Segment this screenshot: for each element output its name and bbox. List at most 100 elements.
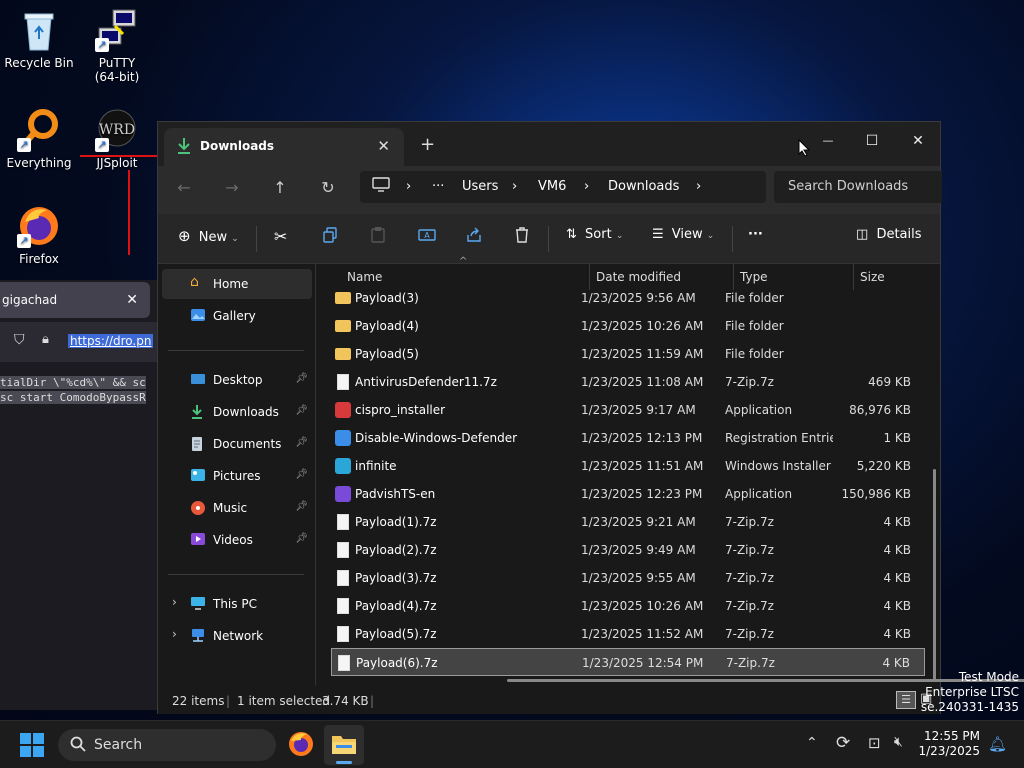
table-row[interactable]: AntivirusDefender11.7z 1/23/2025 11:08 AM… [331,368,925,396]
sidebar-item-documents[interactable]: Documents 📌︎ [162,429,312,459]
pin-icon[interactable]: 📌︎ [295,533,308,544]
sidebar-item-gallery[interactable]: Gallery [162,301,312,331]
file-icon [338,655,350,671]
sidebar-item-videos[interactable]: Videos 📌︎ [162,525,312,555]
display-icon[interactable]: ⊡ [868,734,881,752]
pin-icon[interactable]: 📌︎ [295,373,308,384]
forward-arrow-icon[interactable]: → [220,178,244,197]
table-row[interactable]: Payload(4).7z 1/23/2025 10:26 AM 7-Zip.7z 4… [331,592,925,620]
chevron-down-icon: ⌄ [231,234,239,244]
cell-date: 1/23/2025 10:26 AM [581,599,704,613]
sync-icon[interactable]: ⟳ [836,733,850,753]
search-input[interactable] [774,171,942,203]
close-window-button[interactable]: ✕ [896,128,940,156]
sidebar-item-desktop[interactable]: Desktop 📌︎ [162,365,312,395]
close-icon[interactable]: ✕ [126,282,138,318]
sidebar-item-label: Network [213,629,264,643]
delete-icon[interactable] [514,227,530,247]
sort-button[interactable]: ⇅ Sort ⌄ [566,227,623,242]
sidebar-item-this-pc[interactable]: › This PC [162,589,312,619]
system-clock[interactable]: 12:55 PM 1/23/2025 [918,729,980,759]
sidebar-item-music[interactable]: Music 📌︎ [162,493,312,523]
details-button[interactable]: ◫ Details [856,227,922,242]
cell-name: Payload(2).7z [355,543,437,557]
desktop-icon-putty[interactable]: ↗ PuTTY (64-bit) [78,8,156,84]
table-row[interactable]: cispro_installer 1/23/2025 9:17 AM Applica… [331,396,925,424]
sidebar-item-downloads[interactable]: Downloads 📌︎ [162,397,312,427]
copy-icon[interactable] [322,227,338,247]
maximize-button[interactable]: ☐ [850,128,894,156]
close-tab-icon[interactable]: ✕ [377,137,390,155]
background-code-text: tialDir \"%cd%\" && sc sc start ComodoBy… [0,375,160,405]
breadcrumb-vm6[interactable]: VM6 [538,179,566,194]
table-row[interactable]: infinite 1/23/2025 11:51 AM Windows Instal… [331,452,925,480]
cell-date: 1/23/2025 11:52 AM [581,627,704,641]
chevron-right-icon[interactable]: › [172,595,177,609]
share-icon[interactable] [466,227,482,247]
taskbar-search-box[interactable]: Search [58,729,276,761]
breadcrumb-users[interactable]: Users [462,179,498,194]
taskbar-firefox-icon[interactable] [288,731,314,760]
chevron-up-icon[interactable]: ⌃ [806,735,818,751]
start-windows-icon[interactable] [20,733,44,760]
table-row[interactable]: Payload(5).7z 1/23/2025 11:52 AM 7-Zip.7z 4… [331,620,925,648]
file-explorer-window: Downloads ✕ + — ☐ ✕ ← → ↑ ↻ › ··· Users … [157,121,1024,714]
table-row[interactable]: Disable-Windows-Defender 1/23/2025 12:13 … [331,424,925,452]
breadcrumb-more[interactable]: ··· [432,179,444,194]
breadcrumb-downloads[interactable]: Downloads [608,179,679,194]
sidebar-item-label: Home [213,277,249,291]
table-row[interactable]: Payload(3).7z 1/23/2025 9:55 AM 7-Zip.7z 4 … [331,564,925,592]
pin-icon[interactable]: 📌︎ [295,501,308,512]
table-row[interactable]: Payload(5) 1/23/2025 11:59 AM File folder [331,340,925,368]
speaker-muted-icon[interactable]: 🔇︎ [894,734,903,750]
desktop-icon-firefox[interactable]: ↗ Firefox [0,204,78,266]
view-icon: ☰ [652,227,664,242]
cell-date: 1/23/2025 12:23 PM [581,487,703,501]
sidebar-item-home[interactable]: ⌂ Home [162,269,312,299]
cut-icon[interactable]: ✂ [274,227,287,246]
new-tab-button[interactable]: + [420,134,435,155]
back-arrow-icon[interactable]: ← [172,178,196,197]
view-button[interactable]: ☰ View ⌄ [652,227,714,242]
breadcrumb[interactable]: › ··· Users › VM6 › Downloads › [360,171,766,203]
monitor-icon[interactable] [372,177,390,197]
title-bar[interactable]: Downloads ✕ + — ☐ ✕ [158,122,940,166]
background-browser-tab[interactable]: gigachad ✕ [0,282,150,318]
sidebar-item-pictures[interactable]: Pictures 📌︎ [162,461,312,491]
sidebar-item-network[interactable]: › Network [162,621,312,651]
pin-icon[interactable]: 📌︎ [295,437,308,448]
up-arrow-icon[interactable]: ↑ [268,178,292,197]
shield-icon: ⛉ [14,332,25,348]
table-row[interactable]: Payload(6).7z 1/23/2025 12:54 PM 7-Zip.7z 4… [331,648,925,676]
table-row[interactable]: Payload(3) 1/23/2025 9:56 AM File folder [331,284,925,312]
details-view-icon[interactable]: ☰ [896,691,916,709]
recycle-bin-icon [17,8,61,52]
watermark-line: se.240331-1435 [920,700,1019,714]
tab-downloads[interactable]: Downloads ✕ [164,128,404,166]
chevron-right-icon: › [512,179,518,194]
network-icon [190,628,208,644]
chevron-right-icon[interactable]: › [172,627,177,641]
desktop-icon-label: JJSploit [96,156,138,170]
pin-icon[interactable]: 📌︎ [295,469,308,480]
more-options-button[interactable]: ··· [748,227,763,242]
table-row[interactable]: PadvishTS-en 1/23/2025 12:23 PM Applicatio… [331,480,925,508]
minimize-button[interactable]: — [806,128,850,156]
refresh-icon[interactable]: ↻ [316,178,340,197]
background-browser-urlbar[interactable]: ⛉ 🔒︎ https://dro.pn [0,322,160,362]
taskbar-file-explorer-icon[interactable] [324,725,364,765]
search-icon [70,736,86,755]
table-row[interactable]: Payload(2).7z 1/23/2025 9:49 AM 7-Zip.7z 4 … [331,536,925,564]
desktop-icon-recycle-bin[interactable]: Recycle Bin [0,8,78,70]
rename-icon[interactable]: A [418,227,436,247]
vertical-scrollbar[interactable] [933,469,936,681]
desktop-icon-everything[interactable]: ↗ Everything [0,108,78,170]
table-row[interactable]: Payload(1).7z 1/23/2025 9:21 AM 7-Zip.7z 4 … [331,508,925,536]
pin-icon[interactable]: 📌︎ [295,405,308,416]
table-row[interactable]: Payload(4) 1/23/2025 10:26 AM File folder [331,312,925,340]
desktop-icon-jjsploit[interactable]: WRD ↗ JJSploit [78,108,156,170]
new-button[interactable]: ⊕ New ⌄ [178,227,239,245]
paste-icon[interactable] [370,227,386,247]
url-text[interactable]: https://dro.pn [68,334,154,348]
notification-bell-icon[interactable]: 🔔︎ [988,735,1007,753]
